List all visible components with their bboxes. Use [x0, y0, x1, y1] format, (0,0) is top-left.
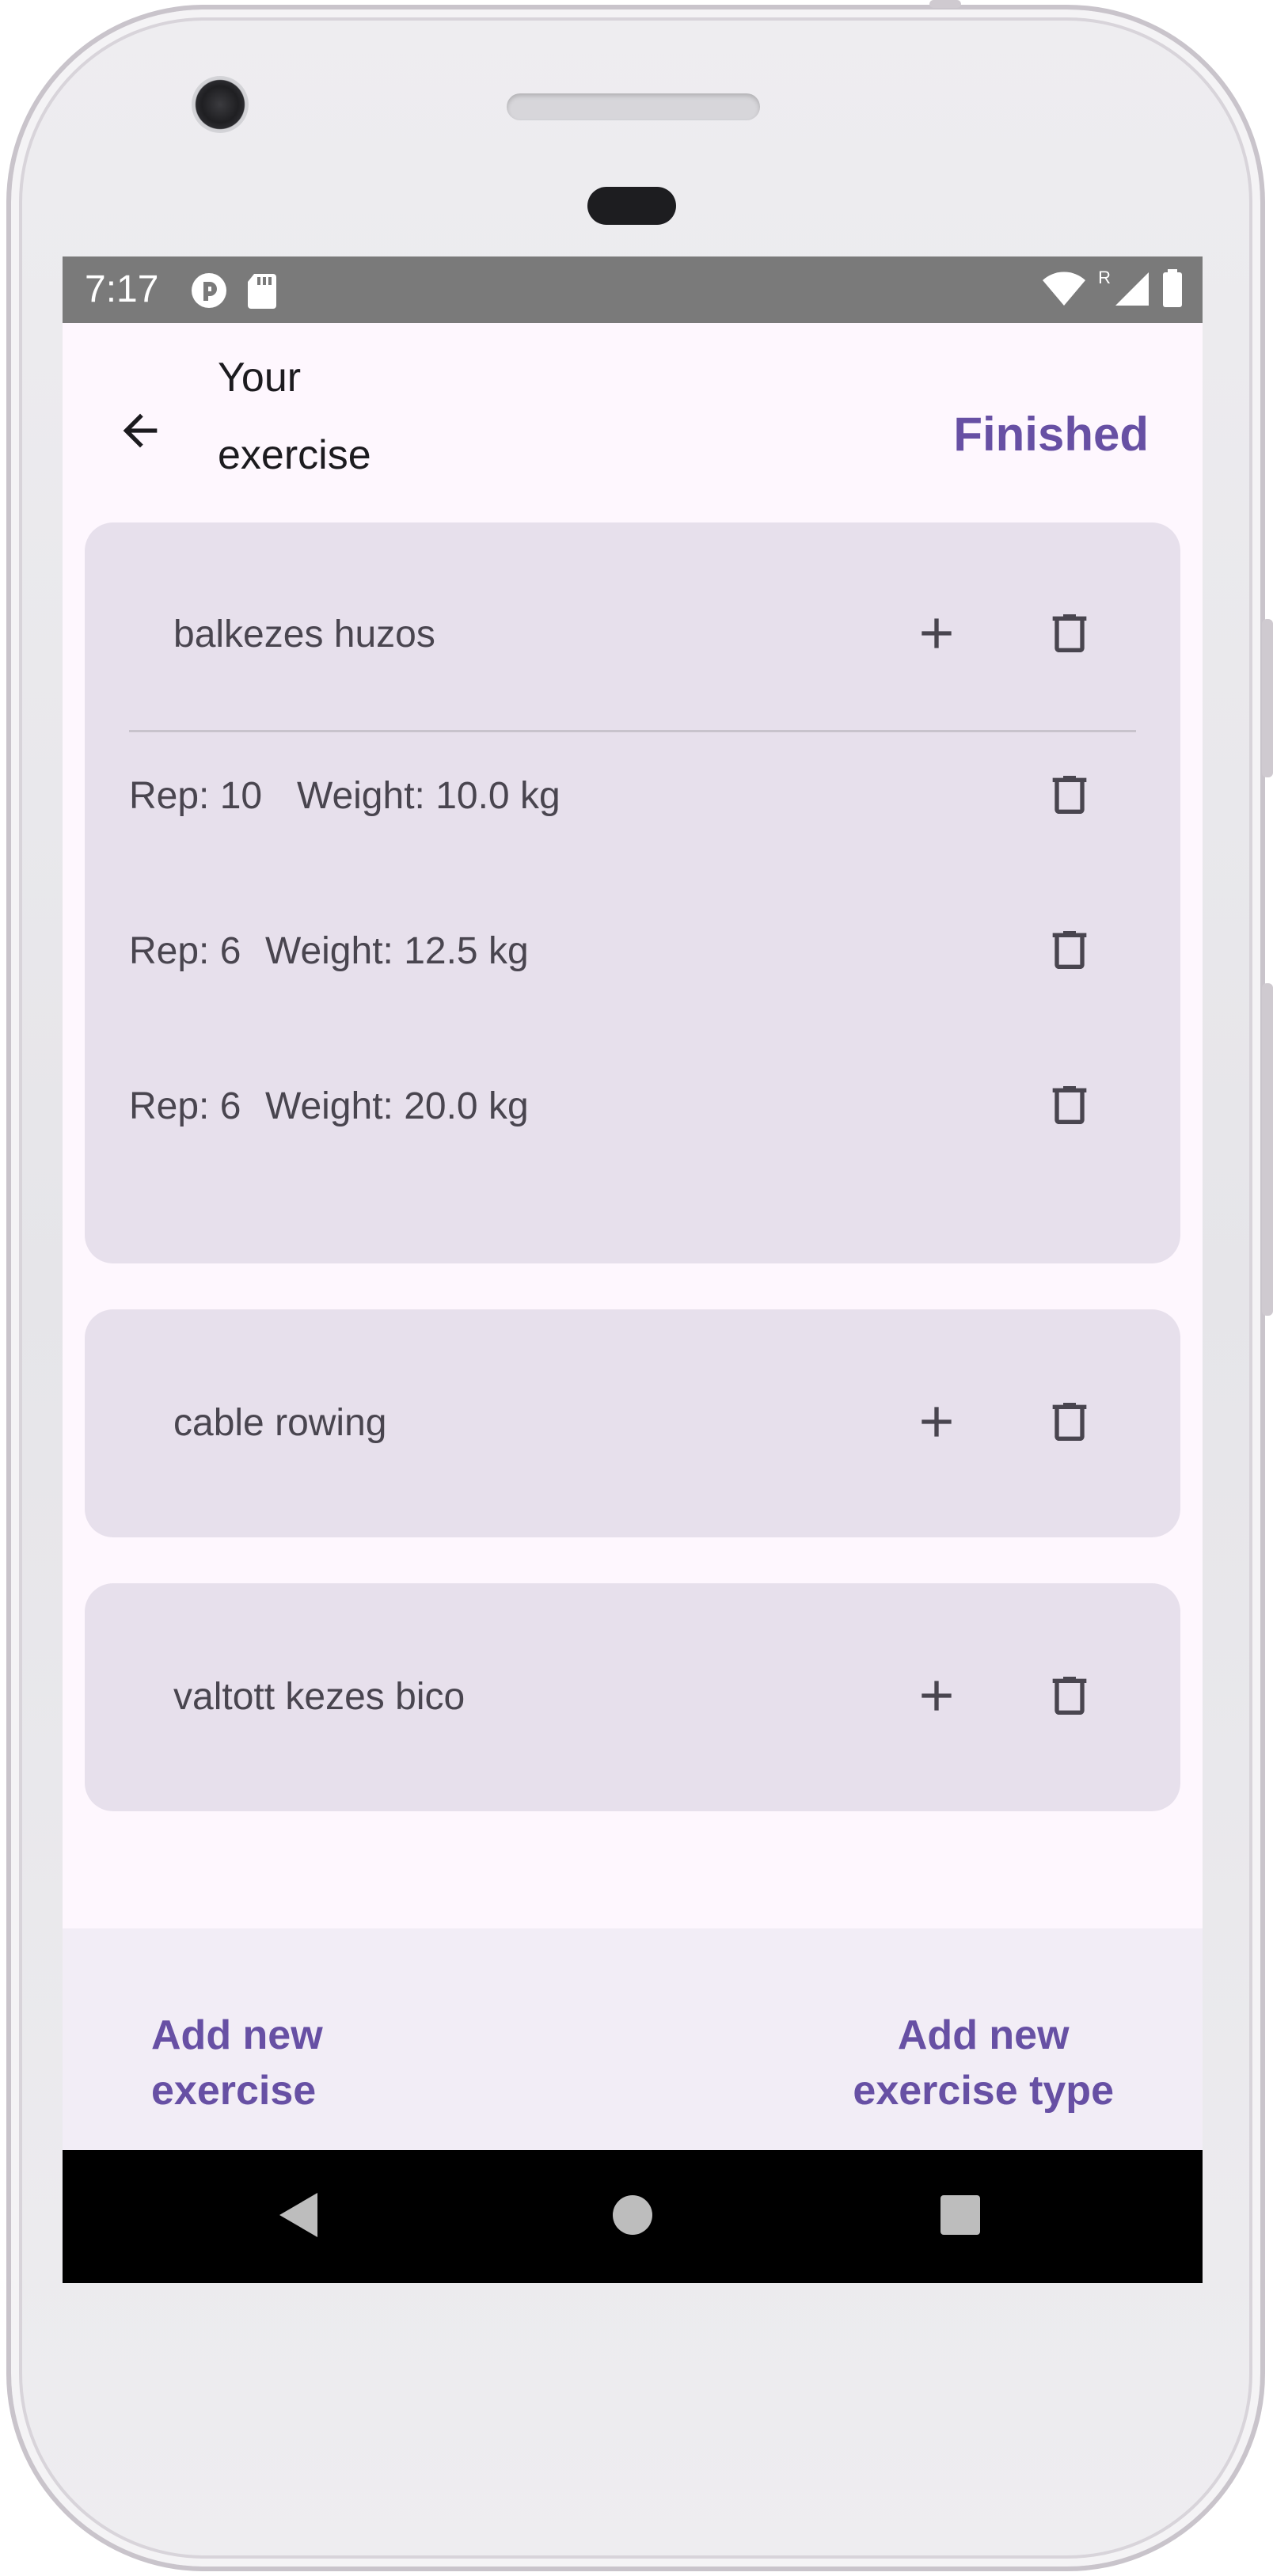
volume-button	[1262, 983, 1273, 1316]
add-set-button[interactable]	[899, 597, 975, 673]
add-new-exercise-button[interactable]: Add new exercise	[151, 2008, 323, 2118]
exercise-card: valtott kezes bico	[85, 1583, 1180, 1811]
set-rep: Rep: 6	[129, 930, 241, 972]
trash-icon	[1044, 1396, 1095, 1451]
set-rep: Rep: 6	[129, 1085, 241, 1127]
trash-icon	[1044, 608, 1095, 663]
back-triangle-icon	[276, 2191, 321, 2243]
plus-icon	[911, 1670, 962, 1725]
front-camera	[192, 76, 249, 133]
recents-square-icon	[939, 2194, 982, 2240]
nav-recents-button[interactable]	[929, 2185, 992, 2248]
sd-card-icon	[246, 271, 278, 314]
delete-exercise-button[interactable]	[1032, 1659, 1108, 1735]
plus-icon	[911, 1396, 962, 1451]
battery-icon	[1161, 269, 1184, 311]
set-weight: Weight: 12.5 kg	[265, 930, 529, 972]
add-set-button[interactable]	[899, 1385, 975, 1461]
delete-exercise-button[interactable]	[1032, 1385, 1108, 1461]
wifi-icon	[1041, 271, 1087, 311]
trash-icon	[1044, 925, 1095, 979]
plus-icon	[911, 608, 962, 663]
screen: 7:17 R Your exercise Finished balkezes h…	[63, 256, 1203, 2283]
system-nav-bar	[63, 2150, 1203, 2283]
home-circle-icon	[611, 2194, 654, 2240]
proximity-sensor	[587, 187, 676, 225]
exercise-card: balkezes huzos Rep: 10 Weight: 10.0 kg R…	[85, 522, 1180, 1263]
sync-icon	[189, 271, 229, 314]
page-title-line2: exercise	[218, 432, 371, 478]
finished-button[interactable]: Finished	[953, 399, 1149, 470]
trash-icon	[1044, 1670, 1095, 1725]
bottom-action-bar: Add new exercise Add new exercise type	[63, 1928, 1203, 2150]
trash-icon	[1044, 1080, 1095, 1134]
card-divider	[129, 730, 1136, 732]
roaming-label: R	[1098, 268, 1111, 287]
trash-icon	[1044, 769, 1095, 824]
status-bar: 7:17 R	[63, 256, 1203, 323]
earpiece-speaker	[507, 93, 760, 120]
add-set-button[interactable]	[899, 1659, 975, 1735]
set-row: Rep: 6 Weight: 20.0 kg	[129, 1059, 1174, 1154]
back-button[interactable]	[107, 399, 173, 465]
top-edge-button	[929, 0, 961, 8]
page-title-line1: Your	[218, 355, 302, 401]
delete-set-button[interactable]	[1032, 1069, 1108, 1145]
exercise-name: balkezes huzos	[173, 614, 435, 655]
add-new-exercise-type-button[interactable]: Add new exercise type	[853, 2008, 1114, 2118]
status-time: 7:17	[85, 268, 159, 310]
power-button	[1262, 619, 1273, 777]
set-weight: Weight: 20.0 kg	[265, 1085, 529, 1127]
top-app-bar: Your exercise Finished	[63, 323, 1203, 513]
cell-signal-icon	[1114, 271, 1150, 311]
nav-home-button[interactable]	[601, 2185, 664, 2248]
delete-exercise-button[interactable]	[1032, 597, 1108, 673]
page-title: Your exercise	[218, 339, 534, 494]
exercise-card: cable rowing	[85, 1309, 1180, 1537]
delete-set-button[interactable]	[1032, 914, 1108, 990]
arrow-back-icon	[115, 405, 165, 460]
set-weight: Weight: 10.0 kg	[297, 775, 560, 817]
set-row: Rep: 6 Weight: 12.5 kg	[129, 904, 1174, 999]
nav-back-button[interactable]	[267, 2185, 330, 2248]
exercise-name: valtott kezes bico	[173, 1676, 466, 1718]
set-rep: Rep: 10	[129, 775, 263, 817]
delete-set-button[interactable]	[1032, 758, 1108, 834]
set-row: Rep: 10 Weight: 10.0 kg	[129, 749, 1174, 844]
exercise-name: cable rowing	[173, 1402, 387, 1444]
